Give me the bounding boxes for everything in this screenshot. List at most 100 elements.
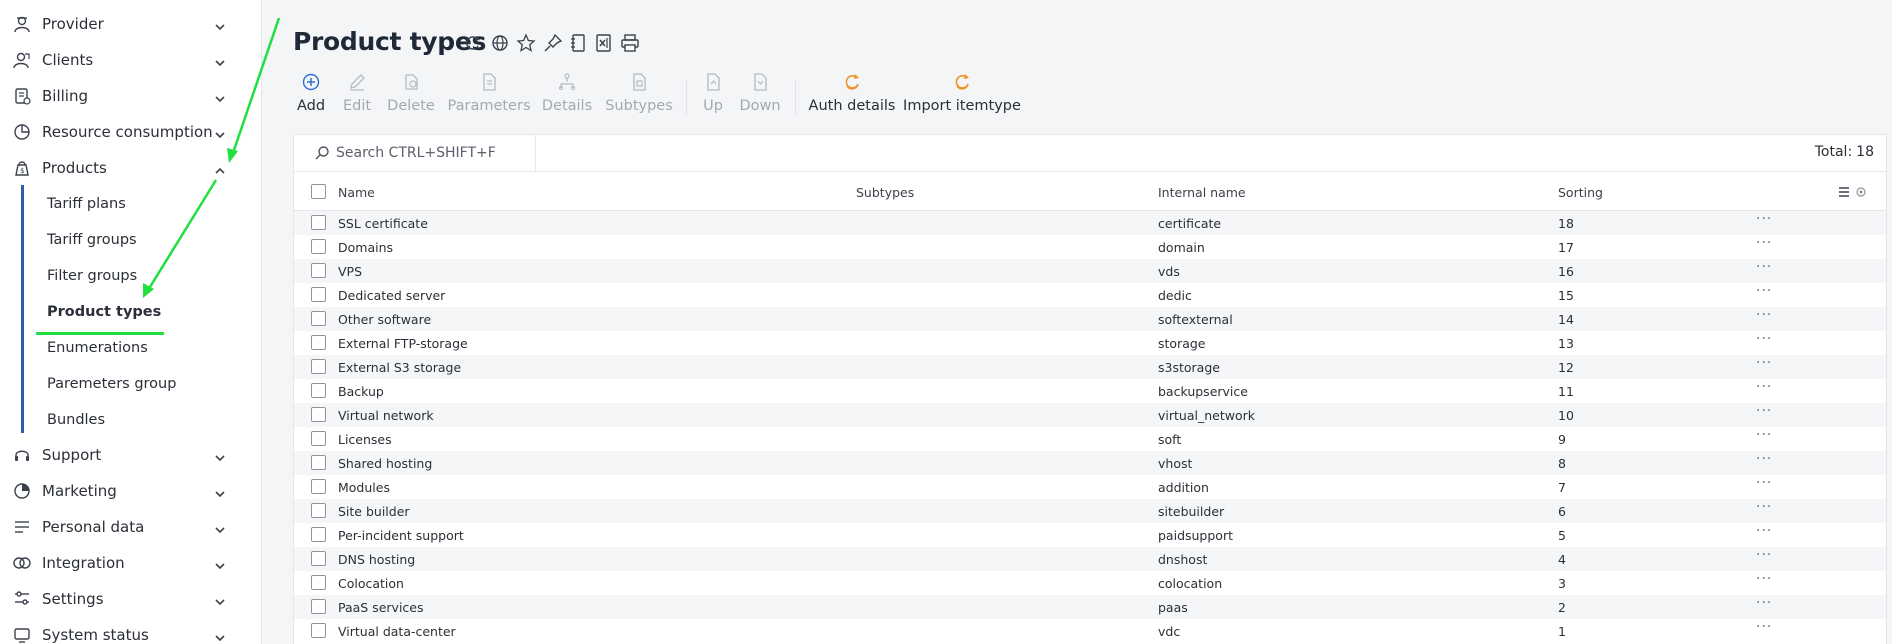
row-checkbox[interactable] [311,431,326,446]
table-row[interactable]: Virtual data-center vdc 1 ··· [294,619,1886,643]
pin-icon[interactable] [543,33,563,53]
row-actions-icon[interactable]: ··· [1756,331,1776,347]
row-actions-icon[interactable]: ··· [1756,475,1776,491]
row-checkbox[interactable] [311,455,326,470]
table-row[interactable]: Licenses soft 9 ··· [294,427,1886,451]
row-actions-icon[interactable]: ··· [1756,307,1776,323]
row-checkbox[interactable] [311,407,326,422]
row-checkbox[interactable] [311,335,326,350]
row-actions-icon[interactable]: ··· [1756,523,1776,539]
sidebar-item-system-status[interactable]: System status [0,617,262,644]
column-header-name[interactable]: Name [338,185,375,200]
sidebar-subitem-product-types[interactable]: Product types [47,294,237,330]
sidebar-item-marketing[interactable]: Marketing [0,473,262,509]
table-row[interactable]: Site builder sitebuilder 6 ··· [294,499,1886,523]
row-checkbox[interactable] [311,623,326,638]
table-row[interactable]: External S3 storage s3storage 12 ··· [294,355,1886,379]
table-row[interactable]: External FTP-storage storage 13 ··· [294,331,1886,355]
chevron-down-icon[interactable] [214,629,226,642]
table-row[interactable]: VPS vds 16 ··· [294,259,1886,283]
search-input[interactable] [336,141,526,165]
row-checkbox[interactable] [311,311,326,326]
table-row[interactable]: DNS hosting dnshost 4 ··· [294,547,1886,571]
column-header-internal-name[interactable]: Internal name [1158,185,1246,200]
sidebar-item-products[interactable]: $ Products [0,150,262,186]
chevron-down-icon[interactable] [214,126,226,139]
select-all-checkbox[interactable] [311,184,326,199]
row-actions-icon[interactable]: ··· [1756,547,1776,563]
row-checkbox[interactable] [311,575,326,590]
auth-details-button[interactable]: Auth details [792,72,912,120]
row-checkbox[interactable] [311,239,326,254]
sidebar-item-billing[interactable]: Billing [0,78,262,114]
chevron-up-icon[interactable] [214,162,226,174]
sidebar-item-clients[interactable]: Clients [0,42,262,78]
row-checkbox[interactable] [311,503,326,518]
table-row[interactable]: PaaS services paas 2 ··· [294,595,1886,619]
chevron-down-icon[interactable] [214,485,226,498]
row-actions-icon[interactable]: ··· [1756,211,1776,227]
row-actions-icon[interactable]: ··· [1756,595,1776,611]
table-row[interactable]: Modules addition 7 ··· [294,475,1886,499]
import-itemtype-button[interactable]: Import itemtype [902,72,1022,120]
sidebar-item-resource-consumption[interactable]: Resource consumption [0,114,262,150]
sidebar-subitem-tariff-groups[interactable]: Tariff groups [47,222,237,258]
chevron-down-icon[interactable] [214,557,226,570]
row-actions-icon[interactable]: ··· [1756,235,1776,251]
row-actions-icon[interactable]: ··· [1756,283,1776,299]
sidebar-item-personal-data[interactable]: Personal data [0,509,262,545]
table-row[interactable]: Other software softexternal 14 ··· [294,307,1886,331]
row-checkbox[interactable] [311,599,326,614]
notebook-icon[interactable] [568,33,588,53]
excel-export-icon[interactable] [594,33,614,53]
row-actions-icon[interactable]: ··· [1756,355,1776,371]
sidebar-subitem-filter-groups[interactable]: Filter groups [47,258,237,294]
table-row[interactable]: Domains domain 17 ··· [294,235,1886,259]
row-checkbox[interactable] [311,383,326,398]
print-icon[interactable] [620,33,640,53]
sidebar-item-support[interactable]: Support [0,437,262,473]
chevron-down-icon[interactable] [214,90,226,103]
chevron-down-icon[interactable] [214,593,226,606]
table-row[interactable]: Backup backupservice 11 ··· [294,379,1886,403]
table-row[interactable]: Colocation colocation 3 ··· [294,571,1886,595]
sidebar-item-settings[interactable]: Settings [0,581,262,617]
table-row[interactable]: SSL certificate certificate 18 ··· [294,211,1886,235]
table-settings-icon[interactable] [1854,185,1868,199]
column-header-sorting[interactable]: Sorting [1558,185,1603,200]
row-checkbox[interactable] [311,551,326,566]
sidebar-subitem-enumerations[interactable]: Enumerations [47,330,237,366]
row-actions-icon[interactable]: ··· [1756,451,1776,467]
columns-menu-icon[interactable] [1837,185,1851,199]
row-actions-icon[interactable]: ··· [1756,379,1776,395]
chevron-down-icon[interactable] [214,54,226,67]
table-row[interactable]: Shared hosting vhost 8 ··· [294,451,1886,475]
sidebar-item-integration[interactable]: Integration [0,545,262,581]
sidebar-subitem-tariff-plans[interactable]: Tariff plans [47,186,237,222]
globe-icon[interactable] [490,33,510,53]
row-actions-icon[interactable]: ··· [1756,427,1776,443]
row-checkbox[interactable] [311,527,326,542]
row-actions-icon[interactable]: ··· [1756,259,1776,275]
star-icon[interactable] [516,33,536,53]
row-actions-icon[interactable]: ··· [1756,619,1776,635]
row-checkbox[interactable] [311,263,326,278]
refresh-icon[interactable] [463,33,483,53]
sidebar-subitem-bundles[interactable]: Bundles [47,402,237,438]
row-actions-icon[interactable]: ··· [1756,571,1776,587]
chevron-down-icon[interactable] [214,18,226,31]
table-row[interactable]: Virtual network virtual_network 10 ··· [294,403,1886,427]
column-header-subtypes[interactable]: Subtypes [856,185,914,200]
row-actions-icon[interactable]: ··· [1756,403,1776,419]
row-checkbox[interactable] [311,215,326,230]
sidebar-subitem-paremeters-group[interactable]: Paremeters group [47,366,237,402]
row-actions-icon[interactable]: ··· [1756,499,1776,515]
row-checkbox[interactable] [311,359,326,374]
row-checkbox[interactable] [311,479,326,494]
sidebar-item-provider[interactable]: Provider [0,6,262,42]
table-row[interactable]: Dedicated server dedic 15 ··· [294,283,1886,307]
chevron-down-icon[interactable] [214,521,226,534]
chevron-down-icon[interactable] [214,449,226,462]
row-checkbox[interactable] [311,287,326,302]
table-row[interactable]: Per-incident support paidsupport 5 ··· [294,523,1886,547]
